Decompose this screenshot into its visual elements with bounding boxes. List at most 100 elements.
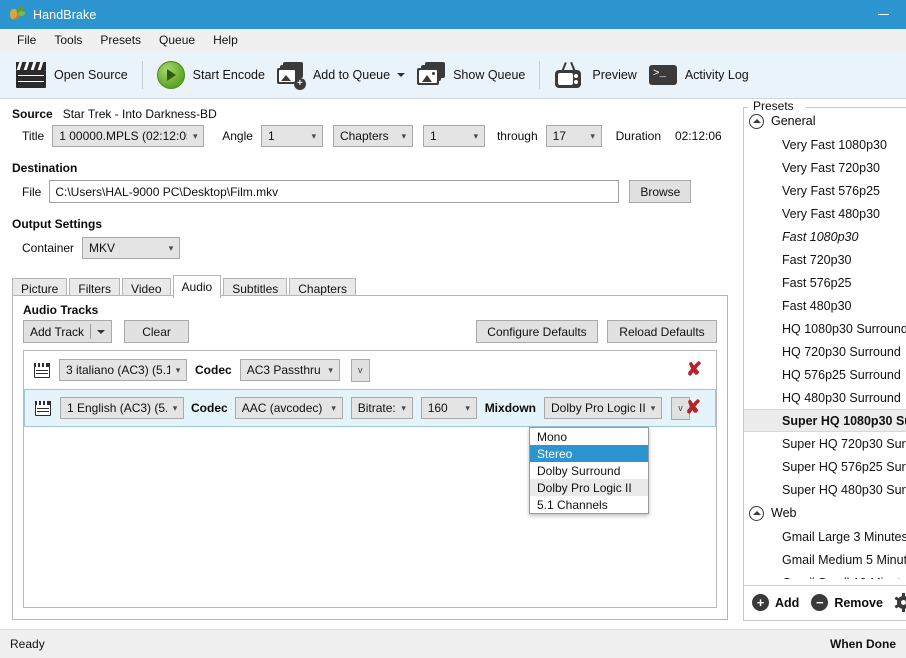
track-source-select[interactable]: 1 English (AC3) (5.1 ▾ bbox=[60, 397, 184, 419]
start-encode-label: Start Encode bbox=[192, 67, 265, 82]
codec-label: Codec bbox=[195, 363, 232, 377]
preset-item-selected[interactable]: Super HQ 1080p30 Surround bbox=[744, 409, 906, 432]
chapters-select[interactable]: Chapters ▾ bbox=[332, 125, 413, 147]
add-track-label: Add Track bbox=[30, 324, 85, 339]
reload-defaults-button[interactable]: Reload Defaults bbox=[607, 320, 717, 343]
container-row: Container MKV ▾ bbox=[22, 237, 181, 259]
collapse-icon[interactable] bbox=[749, 505, 764, 521]
remove-preset-button[interactable]: − Remove bbox=[811, 594, 883, 611]
title-select[interactable]: 1 00000.MPLS (02:12:05) ▾ bbox=[52, 125, 205, 147]
destination-file-row: File C:\Users\HAL-9000 PC\Desktop\Film.m… bbox=[22, 180, 692, 203]
open-source-label: Open Source bbox=[54, 67, 128, 82]
chapter-end-select[interactable]: 17 ▾ bbox=[545, 125, 602, 147]
preset-item[interactable]: HQ 720p30 Surround bbox=[744, 340, 906, 363]
show-queue-label: Show Queue bbox=[453, 67, 526, 82]
preset-group-general[interactable]: General bbox=[744, 109, 906, 133]
preset-item[interactable]: Fast 1080p30 bbox=[744, 225, 906, 248]
destination-header: Destination bbox=[12, 161, 78, 175]
collapse-icon[interactable] bbox=[749, 113, 764, 129]
chapter-start-select[interactable]: 1 ▾ bbox=[422, 125, 485, 147]
preset-item[interactable]: Very Fast 1080p30 bbox=[744, 133, 906, 156]
source-row: Source Star Trek - Into Darkness-BD bbox=[12, 107, 217, 121]
menu-item-file[interactable]: File bbox=[8, 31, 45, 49]
preset-item[interactable]: Very Fast 720p30 bbox=[744, 156, 906, 179]
mixdown-option-dolby-pro-logic-ii[interactable]: Dolby Pro Logic II bbox=[530, 479, 648, 496]
tab-audio[interactable]: Audio bbox=[172, 275, 222, 298]
preset-item[interactable]: Fast 576p25 bbox=[744, 271, 906, 294]
bitrate-select[interactable]: 160 ▾ bbox=[420, 397, 477, 419]
presets-list[interactable]: General Very Fast 1080p30 Very Fast 720p… bbox=[744, 109, 906, 579]
chevron-down-icon: ▾ bbox=[311, 131, 317, 141]
chevron-down-icon: ▾ bbox=[192, 131, 198, 141]
activity-log-button[interactable]: >_ Activity Log bbox=[643, 55, 755, 95]
menu-item-queue[interactable]: Queue bbox=[150, 31, 204, 49]
menu-item-presets[interactable]: Presets bbox=[91, 31, 150, 49]
preset-item[interactable]: Super HQ 720p30 Surround bbox=[744, 432, 906, 455]
mixdown-value: Dolby Pro Logic II bbox=[551, 401, 646, 415]
destination-path-input[interactable]: C:\Users\HAL-9000 PC\Desktop\Film.mkv bbox=[49, 180, 620, 203]
codec-select[interactable]: AAC (avcodec) ▾ bbox=[234, 397, 343, 419]
main-panel: Source Star Trek - Into Darkness-BD Titl… bbox=[0, 99, 740, 629]
mixdown-option-dolby-surround[interactable]: Dolby Surround bbox=[530, 462, 648, 479]
add-track-button[interactable]: Add Track bbox=[23, 320, 113, 343]
preset-item[interactable]: Very Fast 576p25 bbox=[744, 179, 906, 202]
preset-item[interactable]: Fast 480p30 bbox=[744, 294, 906, 317]
menu-item-help[interactable]: Help bbox=[204, 31, 247, 49]
menu-item-tools[interactable]: Tools bbox=[45, 31, 91, 49]
preset-item[interactable]: Fast 720p30 bbox=[744, 248, 906, 271]
show-queue-button[interactable]: Show Queue bbox=[411, 55, 531, 95]
preset-item[interactable]: HQ 1080p30 Surround bbox=[744, 317, 906, 340]
preset-group-label: General bbox=[771, 114, 816, 128]
codec-select[interactable]: AC3 Passthru ▾ bbox=[239, 359, 340, 381]
preset-item[interactable]: Gmail Small 10 Minutes 288p30 bbox=[744, 571, 906, 580]
track-source-select[interactable]: 3 italiano (AC3) (5.1 ▾ bbox=[59, 359, 187, 381]
duration-value: 02:12:06 bbox=[675, 129, 722, 143]
audio-tab-panel: Audio Tracks Add Track Clear Configure D… bbox=[12, 295, 728, 620]
preview-button[interactable]: Preview bbox=[548, 55, 642, 95]
chevron-down-icon[interactable] bbox=[397, 72, 406, 77]
browse-button[interactable]: Browse bbox=[629, 180, 692, 203]
mixdown-select[interactable]: Dolby Pro Logic II ▾ bbox=[544, 397, 663, 419]
preset-item[interactable]: HQ 576p25 Surround bbox=[744, 363, 906, 386]
preset-item[interactable]: Very Fast 480p30 bbox=[744, 202, 906, 225]
status-text: Ready bbox=[10, 637, 45, 651]
bitrate-value: 160 bbox=[427, 401, 448, 415]
mixdown-option-5-1-channels[interactable]: 5.1 Channels bbox=[530, 496, 648, 513]
through-label: through bbox=[496, 129, 538, 143]
track-expand-button[interactable]: v bbox=[350, 358, 370, 382]
gear-icon[interactable] bbox=[894, 593, 906, 612]
chevron-down-icon: ▾ bbox=[331, 403, 336, 413]
preset-item[interactable]: Super HQ 576p25 Surround bbox=[744, 455, 906, 478]
source-label: Source bbox=[12, 107, 53, 121]
bitrate-label-select[interactable]: Bitrate: ▾ bbox=[350, 397, 413, 419]
delete-track-button[interactable]: ✘ bbox=[686, 361, 702, 380]
mixdown-option-stereo[interactable]: Stereo bbox=[530, 445, 648, 462]
chevron-down-icon: ▾ bbox=[473, 131, 479, 141]
chevron-down-icon: ▾ bbox=[650, 403, 656, 413]
audio-defaults-actions: Configure Defaults Reload Defaults bbox=[476, 320, 717, 343]
add-to-queue-icon: + bbox=[276, 61, 306, 90]
add-to-queue-button[interactable]: + Add to Queue bbox=[271, 55, 411, 95]
start-encode-button[interactable]: Start Encode bbox=[151, 55, 271, 95]
open-source-button[interactable]: Open Source bbox=[10, 55, 134, 95]
angle-select[interactable]: 1 ▾ bbox=[260, 125, 323, 147]
preset-item[interactable]: Gmail Medium 5 Minutes 480p30 bbox=[744, 548, 906, 571]
add-preset-button[interactable]: + Add bbox=[752, 594, 799, 611]
audio-track-row[interactable]: 1 English (AC3) (5.1 ▾ Codec AAC (avcode… bbox=[24, 389, 716, 427]
duration-label: Duration bbox=[615, 129, 661, 143]
preset-item[interactable]: HQ 480p30 Surround bbox=[744, 386, 906, 409]
preset-group-web[interactable]: Web bbox=[744, 501, 906, 525]
clear-tracks-button[interactable]: Clear bbox=[124, 320, 190, 343]
preset-item[interactable]: Gmail Large 3 Minutes 720p30 bbox=[744, 525, 906, 548]
activity-log-label: Activity Log bbox=[684, 67, 749, 82]
container-select[interactable]: MKV ▾ bbox=[82, 237, 181, 259]
audio-track-icon bbox=[35, 400, 51, 416]
file-label: File bbox=[22, 184, 42, 199]
preset-item[interactable]: Super HQ 480p30 Surround bbox=[744, 478, 906, 501]
configure-defaults-button[interactable]: Configure Defaults bbox=[476, 320, 598, 343]
mixdown-dropdown-list[interactable]: Mono Stereo Dolby Surround Dolby Pro Log… bbox=[529, 427, 649, 514]
mixdown-option-mono[interactable]: Mono bbox=[530, 428, 648, 445]
minimize-button[interactable] bbox=[861, 0, 906, 29]
delete-track-button[interactable]: ✘ bbox=[685, 399, 701, 418]
audio-track-row[interactable]: 3 italiano (AC3) (5.1 ▾ Codec AC3 Passth… bbox=[24, 351, 716, 389]
